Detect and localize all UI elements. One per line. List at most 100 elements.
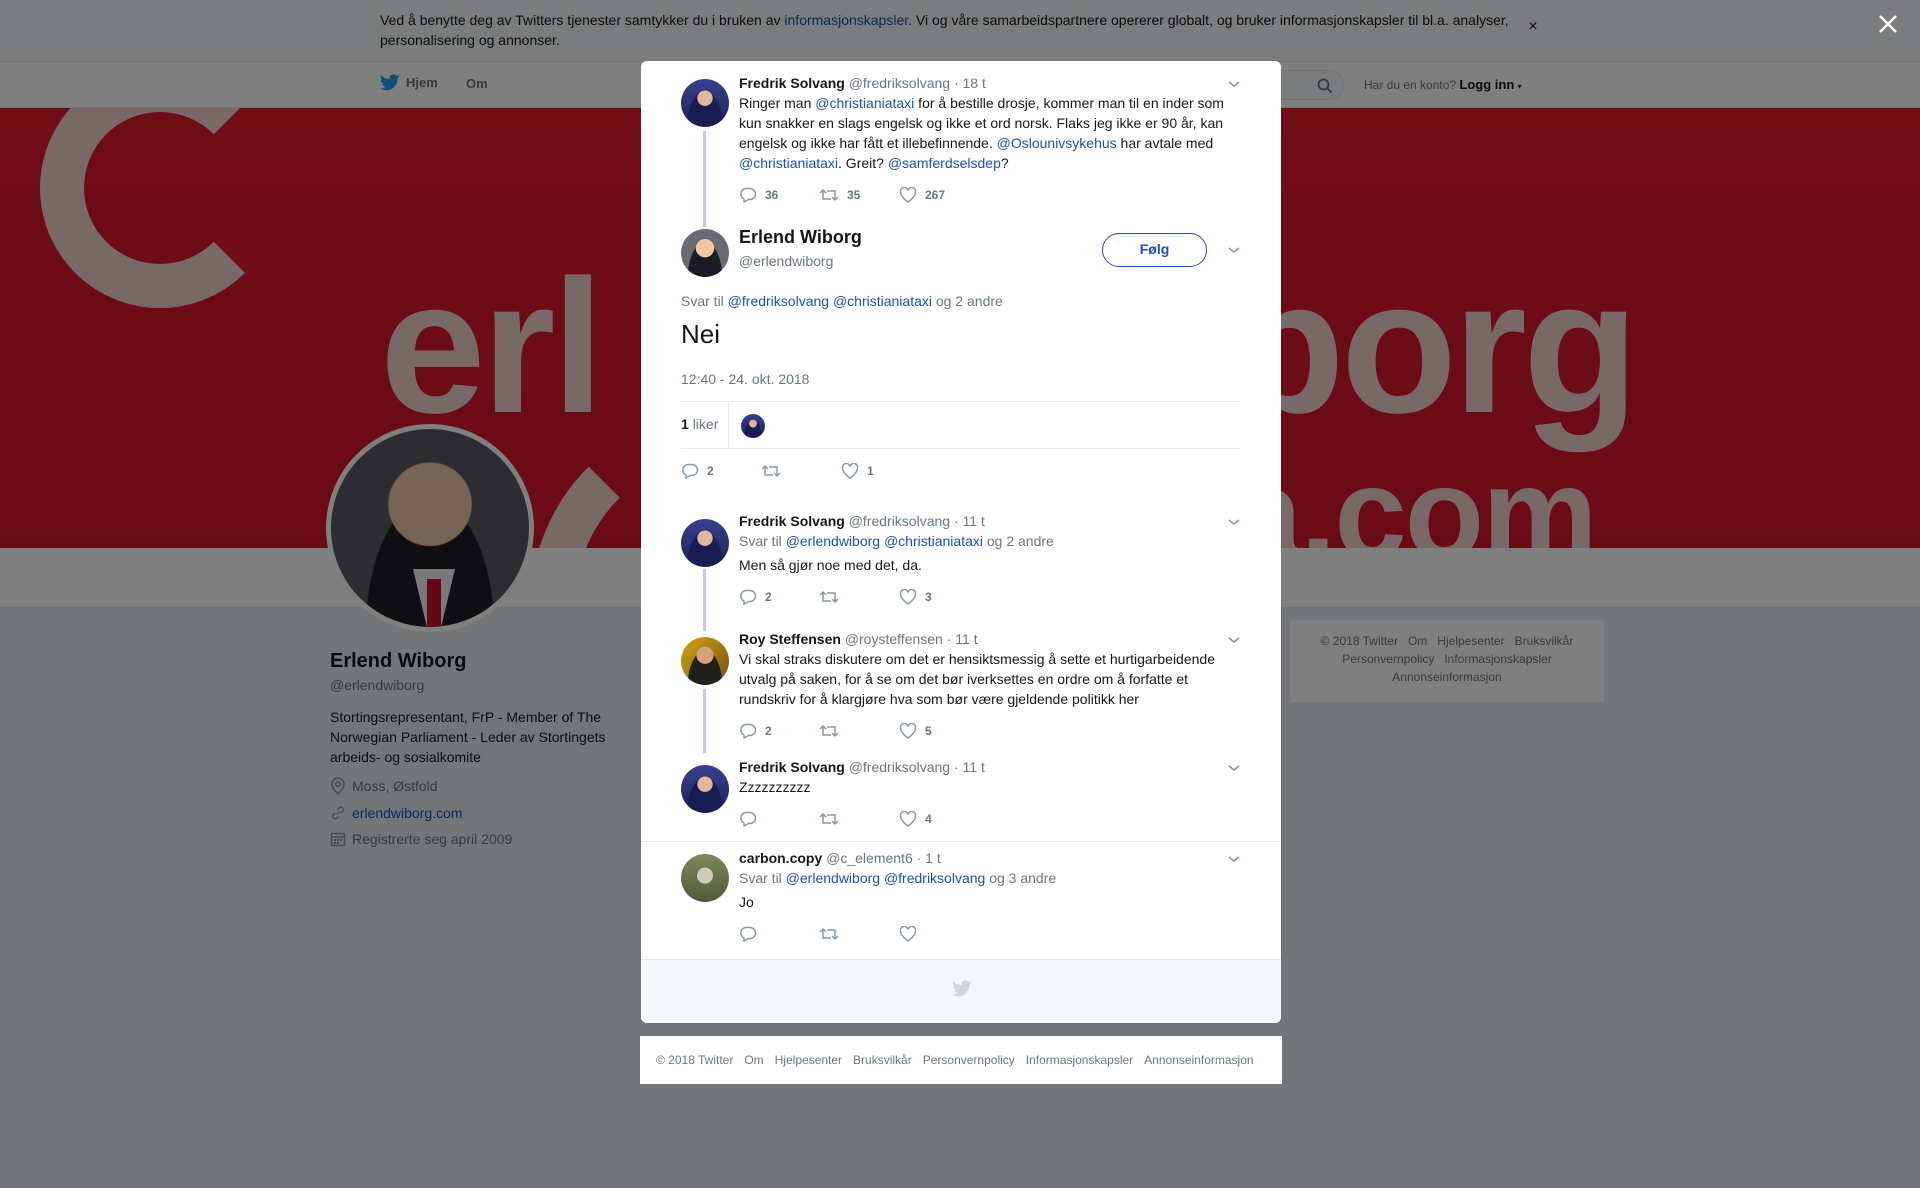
- chevron-down-icon[interactable]: [1227, 761, 1241, 775]
- reply-button[interactable]: [739, 811, 819, 827]
- author-name[interactable]: Fredrik Solvang: [739, 513, 845, 529]
- close-icon[interactable]: [1876, 12, 1900, 36]
- retweet-icon: [819, 590, 839, 604]
- reply-others-link[interactable]: og 2 andre: [987, 533, 1054, 549]
- footer-link-cookies[interactable]: Informasjonskapsler: [1026, 1053, 1133, 1067]
- retweet-icon: [819, 812, 839, 826]
- tweet-body: carbon.copy @c_element6 · 1 t Svar til @…: [739, 850, 1241, 944]
- tweet-time[interactable]: · 11 t: [954, 513, 985, 529]
- stats-divider: [728, 402, 729, 448]
- heart-icon: [841, 463, 859, 479]
- avatar[interactable]: [681, 519, 729, 567]
- chevron-down-icon[interactable]: [1227, 243, 1241, 257]
- like-button[interactable]: 3: [899, 589, 979, 605]
- tweet-time[interactable]: · 18 t: [954, 75, 986, 91]
- retweet-button[interactable]: [819, 589, 899, 605]
- main-tweet-timestamp[interactable]: 12:40 - 24. okt. 2018: [681, 371, 809, 387]
- tweet-text: Ringer man @christianiataxi for å bestil…: [739, 93, 1241, 173]
- like-button[interactable]: 4: [899, 811, 979, 827]
- author-handle[interactable]: @roysteffensen: [845, 631, 943, 647]
- reply-context: Svar til @erlendwiborg @christianiataxi …: [739, 533, 1241, 549]
- mention-link[interactable]: @fredriksolvang: [884, 870, 985, 886]
- like-button[interactable]: 267: [899, 187, 979, 203]
- follow-button[interactable]: Følg: [1102, 233, 1207, 267]
- reply-icon: [740, 723, 757, 739]
- mention-link[interactable]: @erlendwiborg: [786, 870, 880, 886]
- avatar[interactable]: [681, 854, 729, 902]
- chevron-down-icon[interactable]: [1227, 515, 1241, 529]
- like-button[interactable]: 1: [841, 463, 921, 479]
- reply-button[interactable]: 36: [739, 187, 819, 203]
- reply-icon: [740, 589, 757, 605]
- tweet-body: Roy Steffensen @roysteffensen · 11 t Vi …: [739, 631, 1241, 741]
- tweet-header: Fredrik Solvang @fredriksolvang · 11 t: [739, 513, 1241, 529]
- author-handle[interactable]: @fredriksolvang: [849, 513, 950, 529]
- likes-stat[interactable]: 1 liker: [681, 416, 718, 432]
- author-handle[interactable]: @c_element6: [826, 850, 913, 866]
- chevron-down-icon[interactable]: [1227, 77, 1241, 91]
- footer-link-help[interactable]: Hjelpesenter: [775, 1053, 842, 1067]
- author-name[interactable]: Fredrik Solvang: [739, 75, 845, 91]
- liker-avatar[interactable]: [741, 414, 765, 438]
- like-button[interactable]: [899, 926, 979, 942]
- like-count: 1: [867, 464, 874, 478]
- footer-link-ads[interactable]: Annonseinformasjon: [1144, 1053, 1253, 1067]
- mention-link[interactable]: @christianiataxi: [833, 293, 932, 309]
- heart-icon: [899, 811, 917, 827]
- like-button[interactable]: 5: [899, 723, 979, 739]
- author-handle[interactable]: @fredriksolvang: [849, 759, 950, 775]
- tweet-time[interactable]: · 11 t: [954, 759, 985, 775]
- main-tweet-author-handle[interactable]: @erlendwiborg: [739, 253, 833, 269]
- mention-link[interactable]: @christianiataxi: [884, 533, 983, 549]
- footer-link-about[interactable]: Om: [744, 1053, 763, 1067]
- retweet-icon: [761, 464, 781, 478]
- main-tweet-avatar[interactable]: [681, 229, 729, 277]
- mention-link[interactable]: @christianiataxi: [815, 95, 914, 111]
- reply-others-link[interactable]: og 2 andre: [936, 293, 1003, 309]
- tweet-time[interactable]: · 11 t: [947, 631, 978, 647]
- main-tweet-actions: 2 1: [681, 463, 921, 479]
- retweet-button[interactable]: [761, 463, 841, 479]
- tweet-header: carbon.copy @c_element6 · 1 t: [739, 850, 1241, 866]
- tweet-body: Fredrik Solvang @fredriksolvang · 11 t S…: [739, 513, 1241, 607]
- footer-link-privacy[interactable]: Personvernpolicy: [923, 1053, 1015, 1067]
- mention-link[interactable]: @samferdselsdep: [888, 155, 1001, 171]
- heart-icon: [899, 723, 917, 739]
- reply-button[interactable]: 2: [739, 589, 819, 605]
- author-handle[interactable]: @fredriksolvang: [849, 75, 950, 91]
- text-segment: har avtale med: [1116, 135, 1214, 151]
- author-name[interactable]: carbon.copy: [739, 850, 822, 866]
- retweet-button[interactable]: 35: [819, 187, 899, 203]
- tweet-time[interactable]: · 1 t: [917, 850, 941, 866]
- reply-button[interactable]: 2: [681, 463, 761, 479]
- avatar[interactable]: [681, 637, 729, 685]
- reply-count: 2: [765, 590, 772, 604]
- reply-count: 2: [707, 464, 714, 478]
- text-segment: . Greit?: [838, 155, 888, 171]
- chevron-down-icon[interactable]: [1227, 852, 1241, 866]
- reply-others-link[interactable]: og 3 andre: [989, 870, 1056, 886]
- reply-to-label: Svar til: [739, 870, 782, 886]
- retweet-button[interactable]: [819, 723, 899, 739]
- author-name[interactable]: Roy Steffensen: [739, 631, 841, 647]
- main-tweet-reply-context: Svar til @fredriksolvang @christianiatax…: [681, 293, 1003, 309]
- footer-link-terms[interactable]: Bruksvilkår: [853, 1053, 912, 1067]
- avatar[interactable]: [681, 79, 729, 127]
- retweet-button[interactable]: [819, 811, 899, 827]
- author-name[interactable]: Fredrik Solvang: [739, 759, 845, 775]
- tweet-actions: 4: [739, 809, 1241, 829]
- tweet-text: Zzzzzzzzzz: [739, 779, 811, 795]
- avatar[interactable]: [681, 765, 729, 813]
- retweet-button[interactable]: [819, 926, 899, 942]
- reply-button[interactable]: 2: [739, 723, 819, 739]
- chevron-down-icon[interactable]: [1227, 633, 1241, 647]
- mention-link[interactable]: @christianiataxi: [739, 155, 838, 171]
- mention-link[interactable]: @Oslounivsykehus: [997, 135, 1117, 151]
- reply-icon: [682, 463, 699, 479]
- retweet-icon: [819, 724, 839, 738]
- main-tweet-author-name[interactable]: Erlend Wiborg: [739, 227, 862, 248]
- mention-link[interactable]: @fredriksolvang: [728, 293, 829, 309]
- reply-icon: [740, 926, 757, 942]
- mention-link[interactable]: @erlendwiborg: [786, 533, 880, 549]
- reply-button[interactable]: [739, 926, 819, 942]
